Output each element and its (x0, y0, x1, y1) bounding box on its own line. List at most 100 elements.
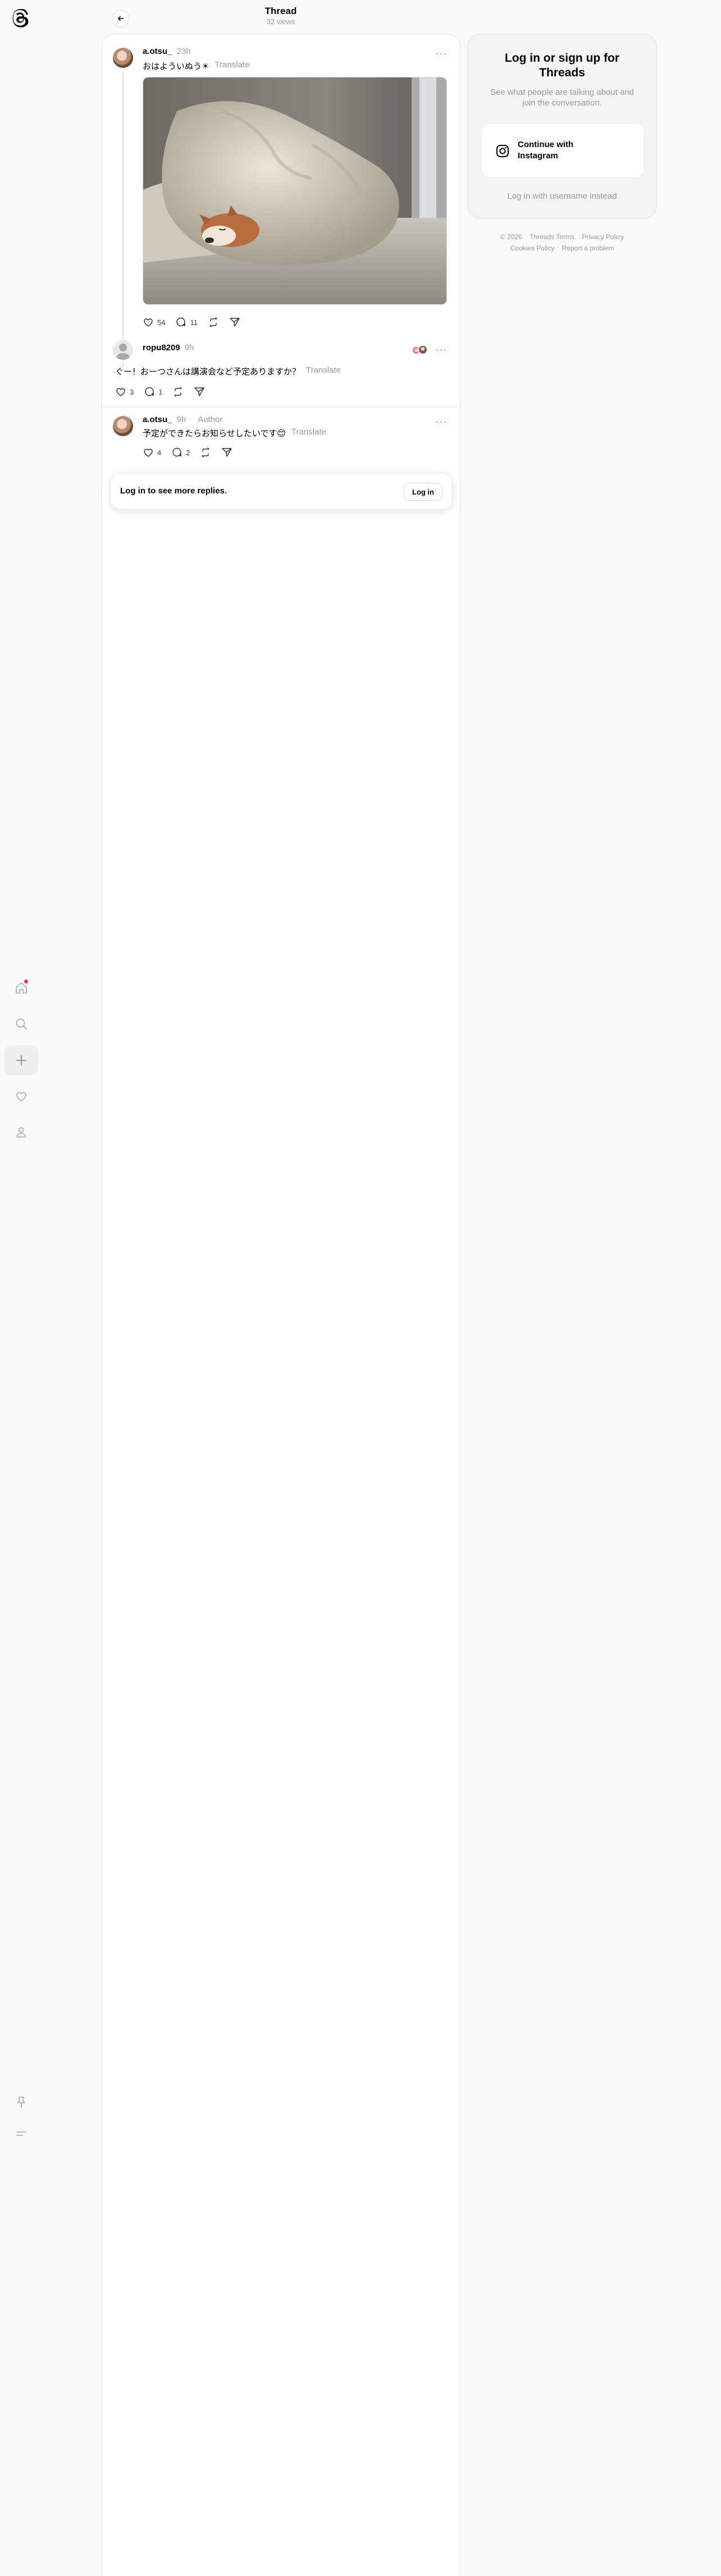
thread-feed: a.otsu_ 23h ··· おはよういぬう☀︎ Translate 54 1… (101, 34, 460, 2576)
avatar[interactable] (113, 340, 133, 360)
like-button[interactable]: 4 (143, 444, 161, 461)
comment-icon (172, 447, 181, 457)
like-count: 3 (130, 387, 134, 396)
signup-panel: Log in or sign up for Threads See what p… (467, 34, 657, 219)
footer: © 2026 Threads Terms Privacy Policy Cook… (467, 231, 657, 254)
reply-text: ぐー！おーつさんは講演会など予定ありますか？ (115, 367, 301, 377)
footer-link-terms[interactable]: Threads Terms (530, 233, 574, 241)
repost-icon (202, 447, 210, 457)
menu-icon (16, 2131, 26, 2136)
view-count: 32 views (266, 17, 295, 26)
reply-actions: 3 1 (115, 383, 215, 400)
post-meta: a.otsu_ 23h (143, 47, 191, 56)
repost-icon (174, 387, 182, 397)
like-button[interactable]: 54 (143, 314, 165, 331)
translate-link[interactable]: Translate (306, 365, 341, 377)
share-button[interactable] (221, 444, 232, 461)
reply-meta: a.otsu_ 9h · Author (143, 415, 222, 424)
comment-icon (176, 317, 186, 327)
continue-with-instagram-button[interactable]: Continue with Instagram (481, 123, 644, 178)
liked-by-avatars[interactable] (412, 344, 428, 355)
send-icon (222, 448, 232, 457)
translate-link[interactable]: Translate (291, 427, 326, 439)
username[interactable]: a.otsu_ (143, 47, 172, 56)
login-prompt-text: Log in to see more replies. (120, 486, 227, 496)
person-icon (16, 1127, 26, 1138)
share-button[interactable] (194, 383, 205, 400)
footer-link-privacy[interactable]: Privacy Policy (582, 233, 624, 241)
like-count: 4 (157, 448, 162, 457)
instagram-icon (496, 145, 509, 157)
reply-divider (102, 407, 460, 408)
heart-icon (144, 318, 153, 327)
pin-nav-button[interactable] (4, 2087, 38, 2117)
create-nav-button[interactable] (4, 1045, 38, 1076)
thread-header: Thread 32 views (101, 0, 460, 34)
heart-icon (16, 1092, 26, 1101)
more-options-button[interactable]: ··· (433, 415, 450, 428)
more-options-button[interactable]: ··· (433, 47, 450, 60)
like-button[interactable]: 3 (115, 383, 134, 400)
reply-button[interactable]: 11 (175, 314, 198, 331)
reply-actions: 4 2 (143, 444, 243, 461)
username[interactable]: ropu8209 (143, 343, 180, 353)
pin-icon (17, 2097, 25, 2108)
footer-link-cookies[interactable]: Cookies Policy (510, 244, 555, 252)
username[interactable]: a.otsu_ (143, 415, 172, 424)
separator-dot: · (190, 415, 194, 424)
post-text: おはよういぬう☀︎ (143, 62, 209, 71)
repost-button[interactable] (200, 444, 211, 461)
search-nav-button[interactable] (4, 1009, 38, 1039)
instagram-button-label: Continue with Instagram (518, 140, 574, 161)
author-label: Author (198, 415, 223, 424)
heart-icon (116, 388, 125, 396)
reply-count: 11 (190, 318, 198, 327)
reply-button[interactable]: 1 (144, 383, 162, 400)
avatar[interactable] (113, 416, 133, 436)
threads-logo-icon[interactable] (11, 8, 31, 28)
reply-meta: ropu8209 9h (143, 343, 194, 353)
dog-photo (143, 77, 446, 304)
profile-nav-button[interactable] (4, 1117, 38, 1147)
default-avatar-icon (116, 344, 130, 360)
reply-body: ぐー！おーつさんは講演会など予定ありますか？ Translate (115, 365, 341, 377)
send-icon (230, 318, 240, 327)
avatar[interactable] (113, 48, 133, 68)
post-image[interactable] (143, 77, 447, 305)
post-body: おはよういぬう☀︎ Translate (143, 60, 249, 72)
login-button[interactable]: Log in (404, 483, 442, 501)
repost-icon (209, 317, 217, 327)
thread-connector-line (122, 71, 124, 368)
reply-text: 予定ができたらお知らせしたいです😊 (143, 429, 286, 438)
post-time[interactable]: 9h (185, 343, 194, 353)
post-actions: 54 11 (143, 314, 250, 331)
signup-title: Log in or sign up for Threads (504, 52, 620, 79)
signup-subtitle: See what people are talking about and jo… (490, 88, 635, 108)
login-prompt-card: Log in to see more replies. Log in (111, 473, 452, 509)
left-nav-rail (0, 0, 43, 2576)
post-time[interactable]: 9h (177, 415, 186, 424)
page-title: Thread (264, 6, 297, 16)
footer-link-report[interactable]: Report a problem (562, 244, 614, 252)
like-count: 54 (157, 318, 166, 327)
reply-count: 2 (186, 448, 190, 457)
copyright-text: © 2026 (500, 233, 522, 241)
more-options-button[interactable]: ··· (433, 343, 450, 356)
comment-icon (145, 387, 154, 396)
translate-link[interactable]: Translate (215, 60, 249, 72)
notification-dot (24, 980, 28, 983)
plus-icon (16, 1055, 27, 1066)
repost-button[interactable] (172, 383, 184, 400)
menu-nav-button[interactable] (4, 2119, 38, 2149)
activity-nav-button[interactable] (4, 1081, 38, 1111)
reply-body: 予定ができたらお知らせしたいです😊 Translate (143, 427, 326, 439)
search-icon (16, 1018, 28, 1030)
reply-button[interactable]: 2 (171, 444, 190, 461)
post-time[interactable]: 23h (177, 47, 191, 56)
home-nav-button[interactable] (4, 973, 38, 1003)
reply-count: 1 (158, 387, 163, 396)
username-login-link[interactable]: Log in with username instead (468, 191, 656, 201)
heart-icon (144, 449, 153, 457)
share-button[interactable] (229, 314, 240, 331)
repost-button[interactable] (208, 314, 219, 331)
